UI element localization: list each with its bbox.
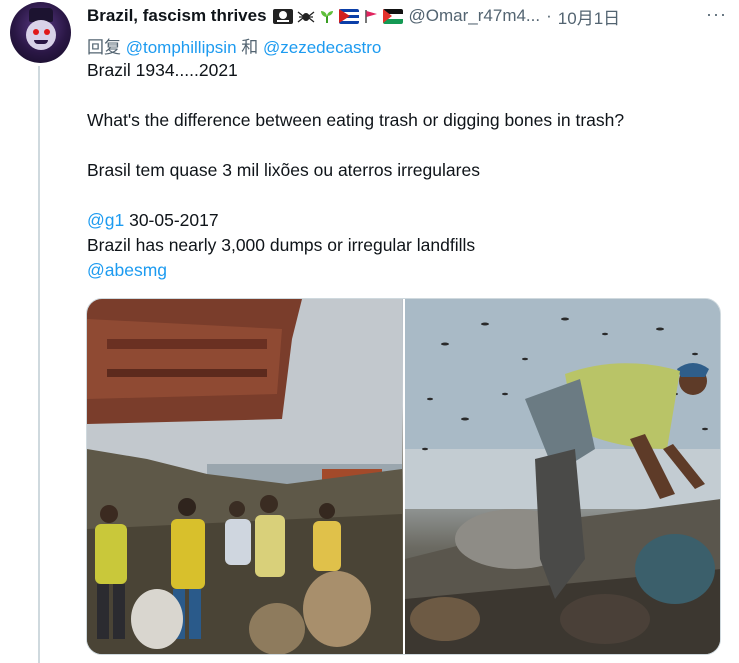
reply-mention-link[interactable]: @zezedecastro xyxy=(263,38,381,57)
display-name[interactable]: Brazil, fascism thrives xyxy=(87,6,267,26)
reply-prefix: 回复 xyxy=(87,38,121,57)
tweet-text-line: Brazil has nearly 3,000 dumps or irregul… xyxy=(87,235,476,255)
more-options-icon[interactable]: ··· xyxy=(706,4,727,25)
avatar-face xyxy=(26,20,56,50)
pirate-flag-icon xyxy=(272,8,293,24)
tweet-text-line: @g1 30-05-2017 xyxy=(87,210,219,231)
palestine-flag-icon xyxy=(382,8,403,24)
tweet-header: Brazil, fascism thrives @Omar_r47m4... ·… xyxy=(87,4,727,28)
user-handle[interactable]: @Omar_r47m4... xyxy=(409,6,541,26)
replying-to: 回复 @tomphillipsin 和 @zezedecastro xyxy=(87,33,381,58)
cuba-flag-icon xyxy=(338,8,359,24)
avatar-mouth xyxy=(34,40,48,44)
tweet-text-line: What's the difference between eating tra… xyxy=(87,110,625,130)
red-flag-icon xyxy=(363,9,379,24)
tweet-text-line: Brasil tem quase 3 mil lixões ou aterros… xyxy=(87,160,480,180)
media-grid xyxy=(86,298,721,655)
mention-link[interactable]: @abesmg xyxy=(87,260,167,280)
tweet-text-line: Brazil 1934.....2021 xyxy=(87,60,238,80)
landfill-photo-left[interactable] xyxy=(87,299,403,654)
avatar[interactable] xyxy=(10,2,71,63)
thread-connector-line xyxy=(38,66,40,663)
landfill-photo-right[interactable] xyxy=(404,299,720,654)
date-text: 30-05-2017 xyxy=(124,210,219,230)
mention-link[interactable]: @g1 xyxy=(87,210,124,230)
name-badges xyxy=(272,8,403,24)
tweet-text-line: @abesmg xyxy=(87,260,167,281)
separator-dot: · xyxy=(546,6,552,25)
reply-conjunction: 和 xyxy=(241,38,259,57)
avatar-eye xyxy=(33,29,39,35)
tweet-date[interactable]: 10月1日 xyxy=(558,4,620,29)
avatar-eye xyxy=(44,29,50,35)
reply-mention-link[interactable]: @tomphillipsin xyxy=(126,38,237,57)
spider-icon xyxy=(297,9,315,24)
seedling-icon xyxy=(319,9,335,24)
